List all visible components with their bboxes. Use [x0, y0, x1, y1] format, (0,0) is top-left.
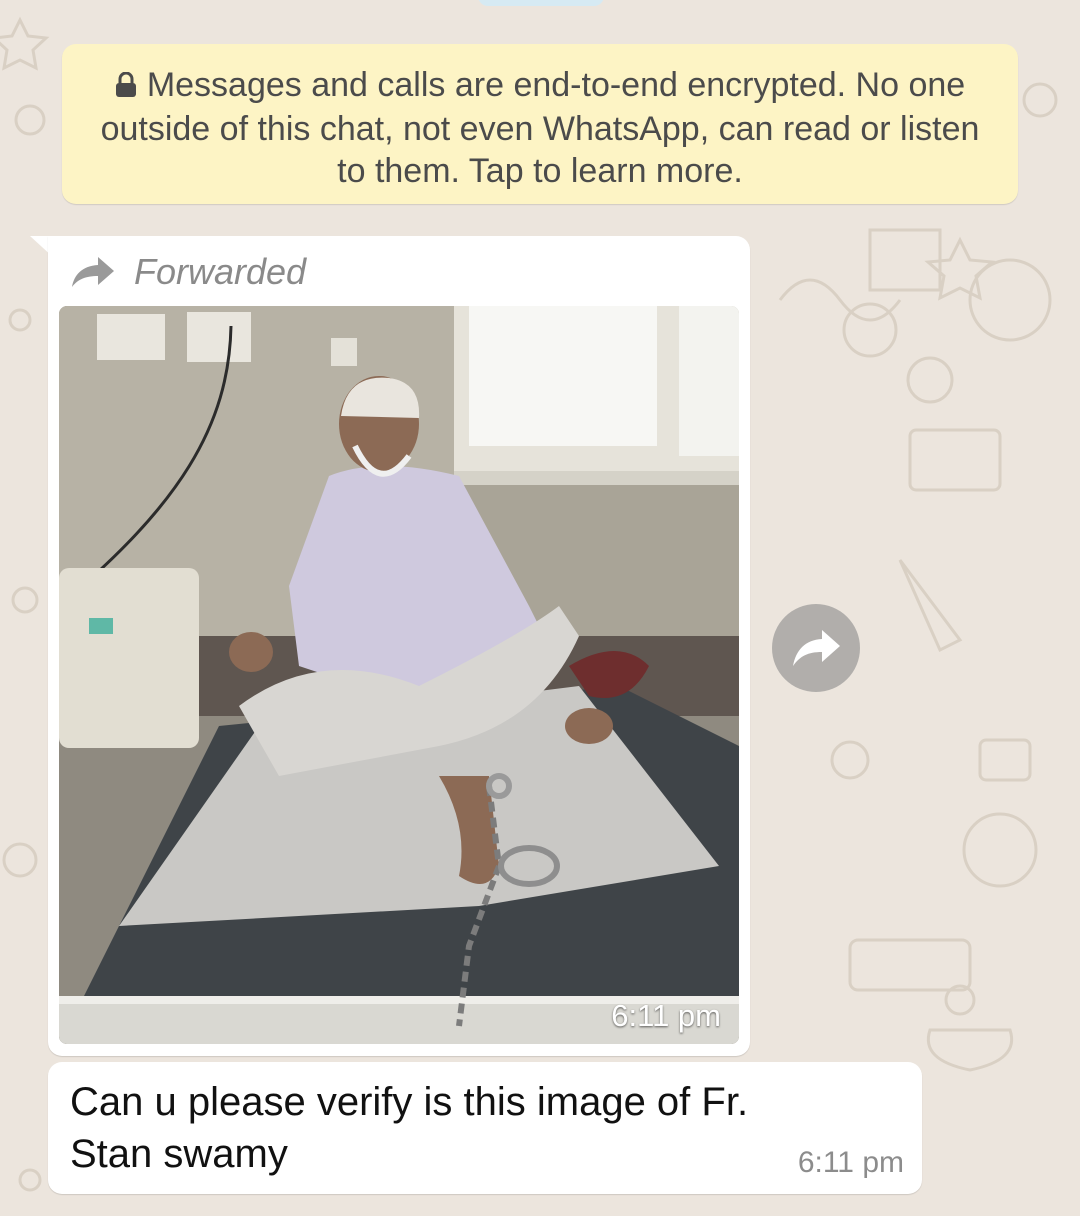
message-photo[interactable]: 6:11 pm: [59, 306, 739, 1044]
date-chip: [478, 0, 604, 6]
image-message-time: 6:11 pm: [611, 998, 721, 1033]
forwarded-label: Forwarded: [134, 251, 307, 292]
forwarded-indicator: Forwarded: [70, 250, 306, 294]
forward-arrow-icon: [72, 257, 114, 287]
image-message-bubble[interactable]: Forwarded 6:11 pm: [48, 236, 750, 1056]
share-forward-icon: [793, 630, 840, 666]
encryption-notice-text: Messages and calls are end-to-end encryp…: [100, 66, 980, 190]
text-message-bubble[interactable]: Can u please verify is this image of Fr.…: [48, 1062, 922, 1194]
encryption-notice[interactable]: Messages and calls are end-to-end encryp…: [62, 44, 1018, 204]
photo-elderly-man-hospital-bed-icon: [59, 306, 739, 1044]
lock-icon: [115, 66, 137, 108]
text-message-time: 6:11 pm: [797, 1146, 904, 1179]
message-text: Can u please verify is this image of Fr.…: [70, 1080, 749, 1176]
share-button[interactable]: [772, 604, 860, 692]
